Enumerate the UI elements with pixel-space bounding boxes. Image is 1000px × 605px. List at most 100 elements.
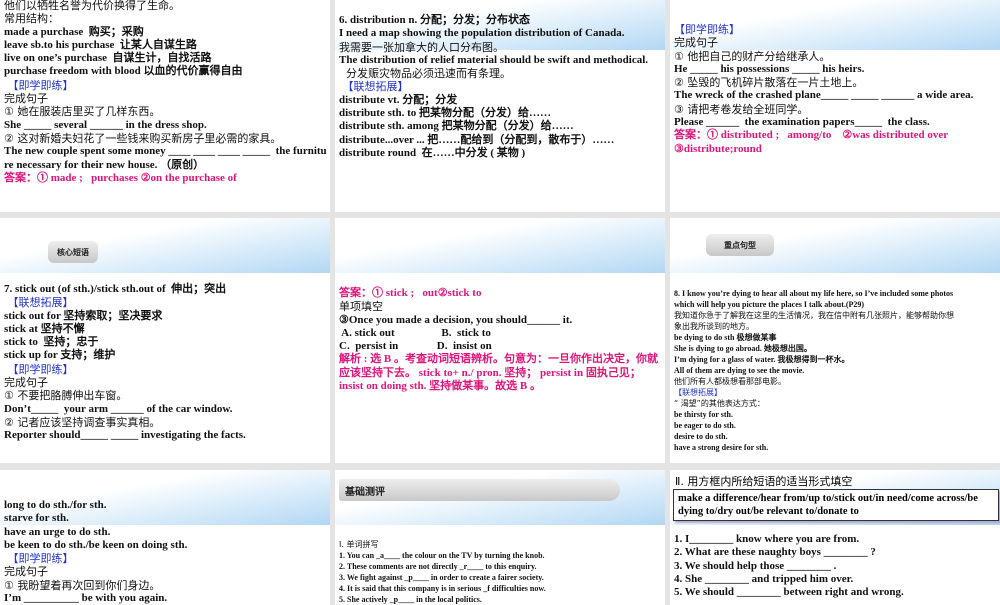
text-line: The distribution of relief material shou…: [339, 53, 649, 66]
text-line: 3. We should help those ________ .: [674, 559, 837, 572]
text-line: distribute sth. among 把某物分配（分发）给……: [339, 120, 574, 133]
text-line: 4. She ________ and tripped him over.: [674, 572, 854, 585]
text-line: ③Once you made a decision, you should___…: [339, 313, 573, 326]
text-line: have an urge to do sth.: [4, 525, 111, 538]
text-line: distribute sth. to 把某物分配（分发）给……: [339, 107, 552, 120]
text-line: 7. stick out (of sth.)/stick sth.out of …: [4, 283, 227, 295]
text-line: C. persist in D. insist on: [339, 340, 492, 353]
text-line: 5. We should ________ between right and …: [674, 586, 904, 599]
section-label: 【即学即练】: [4, 552, 74, 566]
text-line: ① 他把自己的财产分给继承人。: [674, 49, 831, 63]
text-line: distribute vt. 分配；分发: [339, 93, 458, 106]
text-line: 1. You can _a____ the colour on the TV b…: [339, 551, 545, 560]
text-line: 常用结构：: [4, 12, 59, 26]
slide-3[interactable]: 【即学即练】 完成句子 ① 他把自己的财产分给继承人。 He _____ his po…: [670, 0, 1000, 212]
text-line: stick up for 支持；维护: [4, 349, 116, 362]
text-line: She _____ several ______ in the dress sh…: [4, 118, 207, 131]
text-line: be dying to do sth 极想做某事: [674, 333, 777, 342]
section-label: 【联想拓展】: [674, 388, 722, 397]
answer-text: 答案：① distributed ; among/to ②was distrib…: [674, 129, 949, 142]
text-line: Please ______ the examination papers____…: [674, 116, 930, 129]
answer-text: 解析 : 选 B 。考查动词短语辨析。句意为：一旦你作出决定，你就应该坚持下去。…: [339, 353, 658, 393]
text-line: stick out for 坚持索取；坚决要求: [4, 309, 163, 322]
slide-5[interactable]: 答案：① stick ; out②stick to 单项填空 ③Once you m…: [335, 218, 665, 463]
section-label: 【即学即练】: [4, 362, 74, 376]
text-line: be thirsty for sth.: [674, 410, 733, 419]
slide-1[interactable]: 他们以牺牲名誉为代价换得了生命。 常用结构： made a purchase 购买；…: [0, 0, 330, 212]
text-line: be eager to do sth.: [674, 421, 736, 430]
text-line: I’m dying for a glass of water. 我极想得到一杯水…: [674, 355, 850, 364]
section-label: 【即学即练】: [4, 78, 74, 92]
text-line: ① 她在服装店里买了几样东西。: [4, 105, 161, 119]
text-line: 他们以牺牲名誉为代价换得了生命。: [4, 0, 180, 12]
text-line: 3. We fight against _p____ in order to c…: [339, 573, 544, 582]
section-banner: 基础测评: [339, 479, 620, 501]
text-line: ② 这对新婚夫妇花了一些钱来购买新房子里必需的家具。: [4, 131, 282, 145]
slide-7[interactable]: long to do sth./for sth. starve for sth. h…: [0, 470, 330, 605]
text-line: I need a map showing the population dist…: [339, 27, 625, 40]
text-line: ③ 请把考卷发给全班同学。: [674, 102, 809, 116]
text-line: ② 坠毁的飞机碎片散落在一片土地上。: [674, 76, 864, 90]
text-line: ① 我盼望着再次回到你们身边。: [4, 578, 161, 592]
section-banner: 核心短语: [48, 241, 98, 263]
text-line: distribute...over ... 把……配给到（分配到，散布于）……: [339, 133, 615, 146]
section-label: 【联想拓展】: [339, 80, 409, 94]
text-line: “ 渴望”的其他表达方式：: [674, 399, 765, 408]
exercise-heading: Ⅱ. 用方框内所给短语的适当形式填空: [675, 475, 853, 488]
text-line: 完成句子: [674, 36, 718, 50]
text-line: 完成句子: [4, 376, 48, 390]
text-line: have a strong desire for sth.: [674, 443, 769, 452]
section-label: 【联想拓展】: [4, 296, 74, 310]
text-line: 单项填空: [339, 300, 383, 314]
text-line: 我需要一张加拿大的人口分布图。: [339, 40, 504, 54]
text-line: which will help you picture the places I…: [674, 300, 865, 309]
text-line: 完成句子: [4, 565, 48, 579]
text-line: Don’t_____ your arm ______ of the car wi…: [4, 402, 233, 415]
slide-9[interactable]: Ⅱ. 用方框内所给短语的适当形式填空 make a difference/hea…: [670, 470, 1000, 605]
text-line: live on one’s purchase 自谋生计，自找活路: [4, 52, 212, 65]
text-line: 8. I know you’re dying to hear all about…: [674, 289, 954, 298]
text-line: stick to 坚持；忠于: [4, 336, 99, 349]
text-line: 象出我所谈到的地方。: [674, 322, 754, 331]
section-banner: 重点句型: [706, 234, 774, 256]
text-line: I’m __________ be with you again.: [4, 592, 168, 605]
text-line: She is dying to go abroad. 她极想出国。: [674, 344, 812, 353]
slide-6[interactable]: 重点句型 8. I know you’re dying to hear all …: [670, 218, 1000, 463]
text-line: stick at 坚持不懈: [4, 322, 85, 335]
text-line: The wreck of the crashed plane_____ ____…: [674, 89, 974, 102]
section-label: 【即学即练】: [674, 23, 740, 36]
answer-text: 答案：① stick ; out②stick to: [339, 287, 482, 299]
text-line: re necessary for their new house. （原创）: [4, 158, 205, 171]
slide-8[interactable]: 基础测评 Ⅰ. 单词拼写 1. You can _a____ the colour…: [335, 470, 665, 605]
text-line: purchase freedom with blood 以血的代价赢得自由: [4, 65, 243, 78]
text-line: 1. I________ know where you are from.: [674, 533, 860, 545]
phrase-box: make a difference/hear from/up to/stick …: [673, 489, 999, 521]
text-line: be keen to do sth./be keen on doing sth.: [4, 538, 188, 551]
answer-text: 答案：① made ; purchases ②on the purchase o…: [4, 171, 237, 184]
text-line: long to do sth./for sth.: [4, 499, 107, 511]
slide-2[interactable]: 6. distribution n. 分配；分发；分布状态 I need a ma…: [335, 0, 665, 212]
text-line: All of them are dying to see the movie.: [674, 366, 805, 375]
text-line: 完成句子: [4, 92, 48, 106]
text-line: desire to do sth.: [674, 432, 728, 441]
slide-4[interactable]: 核心短语 7. stick out (of sth.)/stick sth.ou…: [0, 218, 330, 463]
text-line: He _____ his possessions _____ his heirs…: [674, 62, 865, 75]
text-line: made a purchase 购买；采购: [4, 25, 144, 38]
text-line: distribute round 在……中分发 ( 某物 ): [339, 146, 526, 159]
text-line: A. stick out B. stick to: [339, 326, 491, 339]
text-line: 分发赈灾物品必须迅速而有条理。: [339, 67, 511, 81]
text-line: The new couple spent some money ____ ___…: [4, 145, 327, 158]
text-line: 2. What are these naughty boys ________ …: [674, 546, 876, 559]
text-line: starve for sth.: [4, 512, 69, 525]
text-line: ② 记者应该坚持调查事实真相。: [4, 415, 161, 429]
text-line: 他们所有人都极想看那部电影。: [674, 377, 786, 386]
text-line: Reporter should_____ _____ investigating…: [4, 429, 246, 442]
text-line: 2. These comments are not directly _r___…: [339, 562, 537, 571]
text-line: leave sb.to his purchase 让某人自谋生路: [4, 38, 197, 51]
text-line: 6. distribution n. 分配；分发；分布状态: [339, 14, 530, 26]
answer-text: ③distribute;round: [674, 142, 762, 155]
text-line: 我知道你急于了解我在这里的生活情况，我在信中附有几张照片，能够帮助你想: [674, 311, 954, 320]
text-line: Ⅰ. 单词拼写: [339, 540, 379, 549]
text-line: 4. It is said that this company is in se…: [339, 584, 546, 593]
text-line: ① 不要把胳膊伸出车窗。: [4, 389, 128, 403]
